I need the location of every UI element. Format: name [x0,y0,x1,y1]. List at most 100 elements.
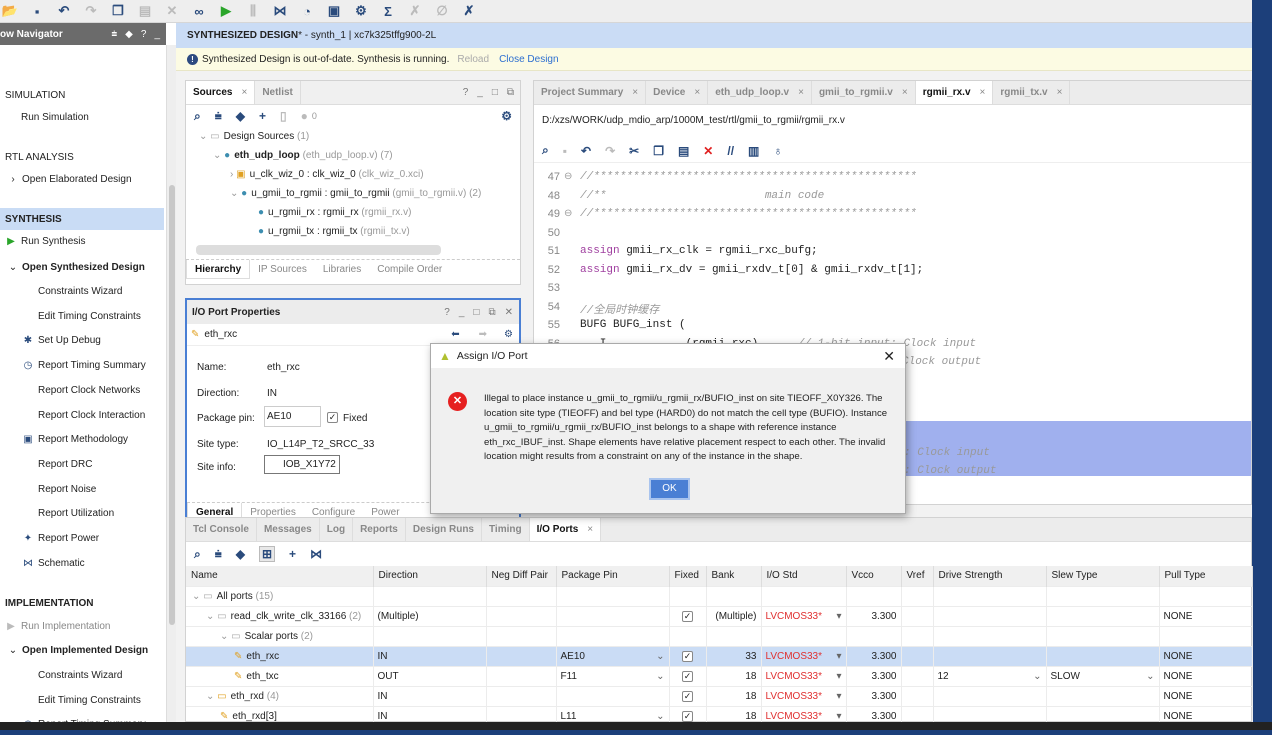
sidebar-item[interactable]: RTL ANALYSIS [0,146,164,168]
close-icon[interactable]: × [587,524,593,535]
delete-icon[interactable]: ✕ [703,144,713,158]
open-project-icon[interactable]: 📂 [2,3,18,19]
column-header-slew-type[interactable]: Slew Type [1046,566,1160,586]
undo-icon[interactable]: ↶ [581,144,591,158]
add-source-icon[interactable]: + [259,109,266,123]
close-icon[interactable]: ✕ [883,348,905,365]
tab-gmii_to_rgmii-v[interactable]: gmii_to_rgmii.v × [812,81,916,104]
chevron-icon[interactable]: ⌄ [220,631,231,642]
column-header-vref[interactable]: Vref [901,566,934,586]
sidebar-item[interactable]: Report Utilization [0,502,164,524]
minimize-icon[interactable]: _ [477,87,483,98]
fixed-checkbox[interactable]: ✓ [682,690,693,702]
sidebar-item[interactable]: IMPLEMENTATION [0,592,164,614]
sidebar-item[interactable]: Edit Timing Constraints [0,689,164,711]
table-row[interactable]: ⌄ ▭ eth_rxd (4) IN ✓ 18 LVCMOS33* ▾ 3.300 NONE [186,685,1253,706]
search-icon[interactable]: ⌕ [542,143,549,158]
minimize-icon[interactable]: _ [459,307,465,318]
sidebar-item[interactable]: ▶ Run Synthesis [0,230,164,252]
close-icon[interactable]: ✕ [505,307,513,318]
table-row[interactable]: ⌄ ▭ All ports (15) [186,585,1253,606]
search-icon[interactable]: ⌕ [194,109,201,124]
ok-button[interactable]: OK [649,478,690,500]
sidebar-item[interactable]: ⋈ Schematic [0,552,164,574]
dropdown-arrow-icon[interactable]: ▾ [836,651,841,662]
float-icon[interactable]: ⧉ [488,307,495,318]
column-header-fixed[interactable]: Fixed [669,566,707,586]
debug-icon[interactable]: ✗ [407,3,423,19]
lightbulb-icon[interactable]: ♁ [773,144,782,158]
save-icon[interactable]: ▪ [563,144,567,158]
sidebar-item[interactable]: Report Clock Networks [0,379,164,401]
save-icon[interactable]: ▪ [29,3,45,19]
package-pin-cell[interactable]: AE10 ⌄ [556,645,670,666]
chevron-icon[interactable]: ⌄ [206,691,217,702]
help-icon[interactable]: ? [141,29,147,40]
run-icon[interactable]: ▶ [218,3,234,19]
schematic-icon[interactable]: ⋈ [310,547,322,561]
chevron-icon[interactable]: ⌄ [213,150,224,161]
tree-node[interactable]: ● u_rgmii_rx : rgmii_rx (rgmii_rx.v) [258,207,411,218]
close-icon[interactable]: × [632,87,638,98]
forward-icon[interactable]: ➡ [479,329,487,340]
tree-node[interactable]: › ▣ u_clk_wiz_0 : clk_wiz_0 (clk_wiz_0.xc… [230,169,424,180]
column-header-package-pin[interactable]: Package Pin [556,566,670,586]
io-std-cell[interactable]: LVCMOS33* ▾ [761,605,847,626]
expand-icon[interactable]: ◆ [125,29,133,40]
find-icon[interactable]: ∞ [191,3,207,19]
minimize-icon[interactable]: _ [154,29,160,40]
sidebar-item[interactable]: ✱ Set Up Debug [0,329,164,351]
chevron-down-icon[interactable]: ⌄ [656,651,664,662]
reload-link[interactable]: Reload [457,54,489,65]
close-icon[interactable]: × [902,87,908,98]
paste-icon[interactable]: ▤ [137,3,153,19]
tab-ip-sources[interactable]: IP Sources [250,260,315,279]
dropdown-arrow-icon[interactable]: ▾ [836,691,841,702]
tab-reports[interactable]: Reports [353,518,406,541]
back-icon[interactable]: ⬅ [451,329,459,340]
column-header-direction[interactable]: Direction [373,566,487,586]
package-pin-cell[interactable]: F11 ⌄ [556,665,670,686]
gear-icon[interactable]: ⚙ [504,329,513,340]
tab-rgmii_tx-v[interactable]: rgmii_tx.v × [993,81,1071,104]
sidebar-item[interactable]: SYNTHESIS [0,208,164,230]
tab-timing[interactable]: Timing [482,518,530,541]
help-icon[interactable]: ? [444,307,450,318]
float-icon[interactable]: ⧉ [507,87,514,98]
tab-compile-order[interactable]: Compile Order [369,260,450,279]
sidebar-item[interactable]: Report Noise [0,478,164,500]
sidebar-item[interactable]: ▶ Run Implementation [0,615,164,637]
add-icon[interactable]: + [289,547,296,561]
fixed-checkbox[interactable]: ✓ [682,710,693,722]
io-std-cell[interactable]: LVCMOS33* ▾ [761,665,847,686]
io-std-cell[interactable]: LVCMOS33* ▾ [761,685,847,706]
sidebar-item[interactable]: Report Clock Interaction [0,404,164,426]
collapse-all-icon[interactable]: ⩧ [111,29,117,40]
fixed-checkbox[interactable]: ✓ [682,650,693,662]
sidebar-item[interactable]: Edit Timing Constraints [0,305,164,327]
pen-icon[interactable]: ∅ [434,3,450,19]
column-header-pull-type[interactable]: Pull Type [1159,566,1253,586]
dropdown-arrow-icon[interactable]: ▾ [836,671,841,682]
delete-icon[interactable]: ✕ [164,3,180,19]
properties-icon[interactable]: ▯ [280,109,287,123]
tab-i-o-ports[interactable]: I/O Ports × [529,518,602,541]
group-by-icon[interactable]: ⊞ [258,546,276,562]
tree-node[interactable]: ⌄ ● u_gmii_to_rgmii : gmii_to_rgmii (gmii… [230,188,481,199]
tree-node[interactable]: ⌄ ● eth_udp_loop (eth_udp_loop.v) (7) [213,150,393,161]
tab-tcl-console[interactable]: Tcl Console [186,518,257,541]
sidebar-item[interactable]: ◷ Report Timing Summary [0,354,164,376]
tab-design-runs[interactable]: Design Runs [406,518,482,541]
paste-icon[interactable]: ▤ [678,144,689,158]
chevron-down-icon[interactable]: ⌄ [656,671,664,682]
tab-netlist[interactable]: Netlist [255,81,301,104]
column-header-drive-strength[interactable]: Drive Strength [933,566,1047,586]
cut-icon[interactable]: ✂ [629,144,639,158]
sidebar-item[interactable]: ⌄ Open Implemented Design [0,639,164,661]
dropdown-arrow-icon[interactable]: ▾ [836,711,841,722]
column-header-vcco[interactable]: Vcco [846,566,902,586]
tab-messages[interactable]: Messages [257,518,320,541]
sidebar-item[interactable]: ✦ Report Power [0,527,164,549]
help-icon[interactable]: ? [463,87,469,98]
tab-device[interactable]: Device × [646,81,709,104]
